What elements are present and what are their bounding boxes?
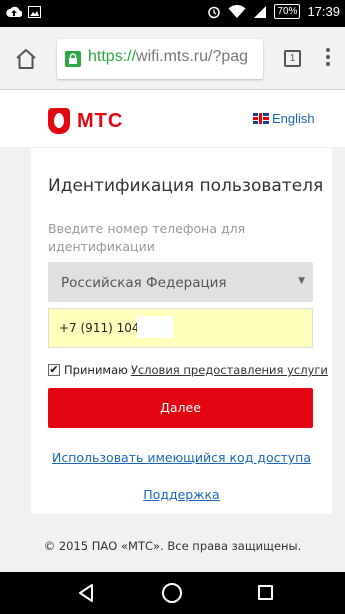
next-button[interactable]: Далее — [48, 388, 313, 428]
url-scheme: https:// — [88, 48, 137, 65]
recent-apps-icon[interactable] — [258, 585, 273, 600]
tab-switcher-button[interactable]: 1 — [284, 50, 301, 67]
back-icon[interactable] — [77, 583, 95, 603]
phone-value: +7 (911) 104- — [59, 321, 144, 335]
terms-agreement: ✔ Принимаю Условия предоставления услуги — [48, 363, 328, 377]
image-icon — [28, 6, 41, 18]
terms-link[interactable]: Условия предоставления услуги — [131, 363, 328, 377]
home-icon[interactable] — [14, 47, 38, 71]
clock: 17:39 — [307, 4, 340, 19]
overflow-menu-icon[interactable] — [326, 48, 330, 68]
phone-prompt: Введите номер телефона для идентификации — [48, 221, 246, 254]
language-label[interactable]: English — [272, 111, 315, 126]
brand-name: МТС — [77, 109, 124, 132]
copyright: © 2015 ПАО «МТС». Все права защищены. — [43, 539, 302, 553]
support-link[interactable]: Поддержка — [31, 487, 332, 502]
alarm-icon — [208, 6, 221, 18]
mts-logo: МТС — [48, 108, 123, 134]
page-title: Идентификация пользователя — [48, 176, 324, 196]
address-bar[interactable]: https://wifi.mts.ru/?pag — [57, 39, 263, 79]
login-card: Идентификация пользователя Введите номер… — [31, 148, 332, 514]
site-header: МТС English — [0, 90, 345, 147]
uk-flag-icon — [253, 113, 269, 124]
terms-checkbox[interactable]: ✔ — [48, 364, 60, 376]
navigation-bar — [0, 572, 345, 614]
signal-icon — [254, 5, 267, 18]
redaction-box — [137, 316, 173, 338]
use-access-code-link[interactable]: Использовать имеющийся код доступа — [31, 450, 332, 465]
wifi-icon — [228, 4, 246, 18]
country-select[interactable]: Российская Федерация ▼ — [48, 262, 313, 302]
status-bar: 70% 17:39 — [0, 0, 345, 27]
lock-icon — [65, 51, 81, 67]
url-text: https://wifi.mts.ru/?pag — [88, 48, 248, 66]
dropdown-arrow-icon: ▼ — [298, 276, 305, 286]
web-page: МТС English Идентификация пользователя В… — [0, 90, 345, 572]
phone-input[interactable]: +7 (911) 104- — [48, 308, 313, 348]
language-switch[interactable]: English — [253, 111, 315, 126]
url-rest: wifi.mts.ru/?pag — [136, 48, 249, 65]
terms-prefix: Принимаю — [64, 363, 128, 377]
cloud-upload-icon — [6, 6, 22, 18]
battery-icon: 70% — [274, 4, 301, 19]
home-nav-icon[interactable] — [161, 582, 183, 604]
country-selected-value: Российская Федерация — [61, 275, 227, 291]
browser-toolbar: https://wifi.mts.ru/?pag 1 — [0, 27, 345, 90]
mts-egg-icon — [48, 108, 70, 134]
